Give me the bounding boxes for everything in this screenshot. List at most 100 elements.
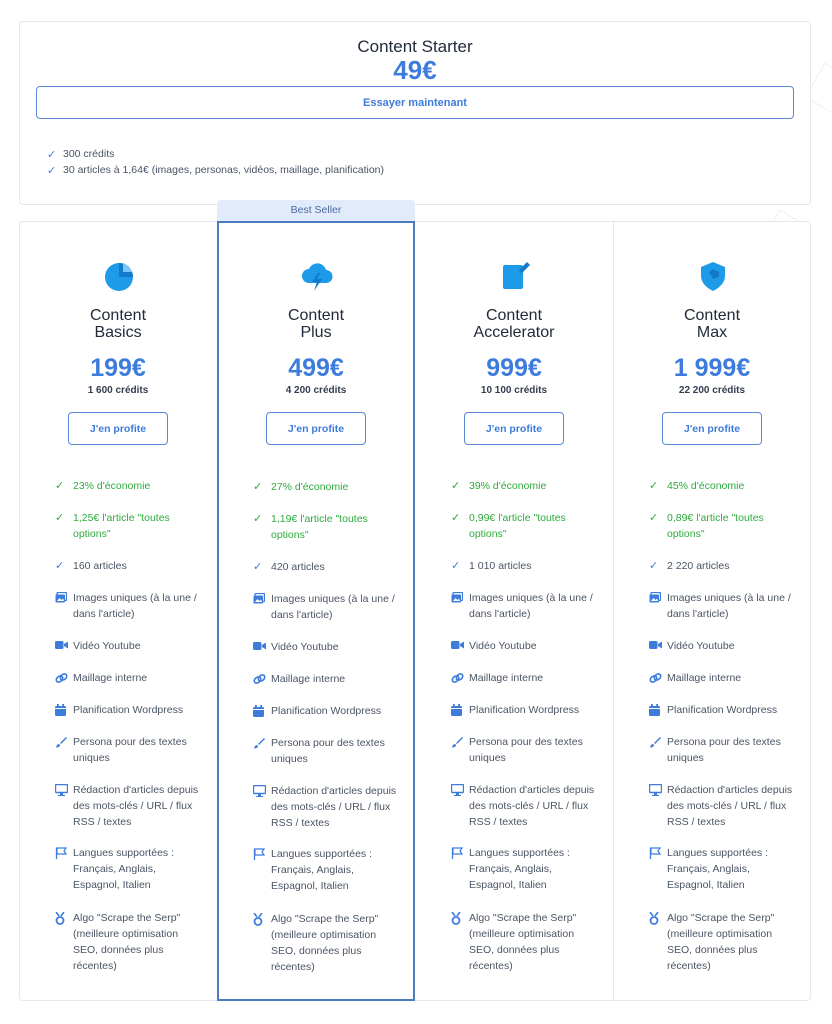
feature-item: Planification Wordpress [55,702,205,718]
feature-item: Langues supportées : Français, Anglais, … [253,846,403,894]
pie-chart-icon [102,259,136,293]
image-icon [253,591,271,604]
feature-item: ✓ 45% d'économie [649,480,745,492]
feature-item: Rédaction d'articles depuis des mots-clé… [253,783,403,831]
link-icon [55,670,73,684]
feature-item: ✓ 160 articles [55,560,127,572]
feature-item: Planification Wordpress [649,702,799,718]
feature-item: Vidéo Youtube [55,638,205,654]
video-camera-icon [451,638,469,650]
calendar-icon [55,702,73,716]
subscribe-button[interactable]: J'en profite [464,412,564,445]
flag-icon [649,845,667,859]
medal-icon [451,910,469,925]
plan-credits: 22 200 crédits [678,385,746,396]
starter-features-list: ✓ 300 crédits ✓ 30 articles à 1,64€ (ima… [47,146,384,178]
plan-name: Content Basics [89,307,147,341]
feature-item: Images uniques (à la une / dans l'articl… [55,590,205,622]
feature-item: Persona pour des textes uniques [55,734,205,766]
video-camera-icon [253,639,271,651]
feature-item: Maillage interne [451,670,601,686]
check-icon: ✓ [649,560,659,572]
medal-icon [253,911,271,926]
brush-icon [649,734,667,748]
brush-icon [253,735,271,749]
plan-card-max: Content Max 1 999€ 22 200 crédits J'en profi… [613,221,811,1001]
feature-item: Images uniques (à la une / dans l'articl… [649,590,799,622]
feature-item: Persona pour des textes uniques [649,734,799,766]
cloud-lightning-icon [300,259,334,293]
monitor-icon [253,783,271,797]
feature-item: ✓ 23% d'économie [55,480,151,492]
check-icon: ✓ [253,561,263,573]
check-icon: ✓ [253,513,263,525]
medal-icon [649,910,667,925]
check-icon: ✓ [55,560,65,572]
feature-item: Persona pour des textes uniques [253,735,403,767]
link-icon [253,671,271,685]
check-icon: ✓ [451,480,461,492]
edit-document-icon [498,259,532,293]
plan-price: 499€ [288,354,344,382]
brush-icon [451,734,469,748]
plan-card-plus: Content Plus 499€ 4 200 crédits J'en profite… [217,221,415,1001]
image-icon [649,590,667,603]
image-icon [55,590,73,603]
check-icon: ✓ [649,512,659,524]
plan-credits: 1 600 crédits [87,385,149,396]
feature-item: Maillage interne [649,670,799,686]
feature-item: ✓ 2 220 articles [649,560,730,572]
calendar-icon [649,702,667,716]
brush-icon [55,734,73,748]
plan-credits: 10 100 crédits [480,385,548,396]
feature-item: Images uniques (à la une / dans l'articl… [451,590,601,622]
starter-plan-name: Content Starter [357,37,473,56]
plan-name: Content Accelerator [473,307,555,341]
feature-item: Persona pour des textes uniques [451,734,601,766]
flag-icon [253,846,271,860]
list-item: ✓ 30 articles à 1,64€ (images, personas,… [47,164,385,177]
feature-item: Planification Wordpress [451,702,601,718]
plan-price: 199€ [90,354,146,382]
feature-item: Maillage interne [55,670,205,686]
monitor-icon [451,782,469,796]
link-icon [649,670,667,684]
feature-item: Rédaction d'articles depuis des mots-clé… [649,782,799,830]
feature-item: ✓ 39% d'économie [451,480,547,492]
feature-item: ✓ 0,89€ l'article "toutes options" [649,512,764,540]
shield-icon [696,259,730,293]
feature-item: Images uniques (à la une / dans l'articl… [253,591,403,623]
link-icon [451,670,469,684]
feature-item: Planification Wordpress [253,703,403,719]
plan-price: 999€ [486,354,542,382]
subscribe-button[interactable]: J'en profite [662,412,762,445]
subscribe-button[interactable]: J'en profite [266,412,366,445]
subscribe-button[interactable]: J'en profite [68,412,168,445]
check-icon: ✓ [253,481,263,493]
check-icon: ✓ [47,148,57,161]
try-now-button[interactable]: Essayer maintenant [36,86,794,119]
check-icon: ✓ [451,560,461,572]
video-camera-icon [649,638,667,650]
check-icon: ✓ [451,512,461,524]
monitor-icon [649,782,667,796]
check-icon: ✓ [55,512,65,524]
feature-item: Algo "Scrape the Serp" (meilleure optimi… [649,910,799,974]
plan-card-accelerator: Content Accelerator 999€ 10 100 crédits J'en… [415,221,613,1001]
list-item: ✓ 300 crédits [47,148,115,161]
starter-plan-price: 49€ [393,55,437,85]
feature-item: Algo "Scrape the Serp" (meilleure optimi… [55,910,205,974]
plan-name: Content Plus [287,307,345,341]
starter-plan-card: Content Starter 49€ Essayer maintenant ✓… [19,21,811,205]
feature-item: ✓ 1,25€ l'article "toutes options" [55,512,170,540]
feature-item: Vidéo Youtube [649,638,799,654]
best-seller-badge: Best Seller [217,200,415,221]
feature-item: Langues supportées : Français, Anglais, … [649,845,799,893]
flag-icon [451,845,469,859]
feature-item: Vidéo Youtube [451,638,601,654]
plan-price: 1 999€ [673,354,751,382]
check-icon: ✓ [649,480,659,492]
check-icon: ✓ [47,164,57,177]
feature-item: Algo "Scrape the Serp" (meilleure optimi… [253,911,403,975]
feature-item: Rédaction d'articles depuis des mots-clé… [55,782,205,830]
